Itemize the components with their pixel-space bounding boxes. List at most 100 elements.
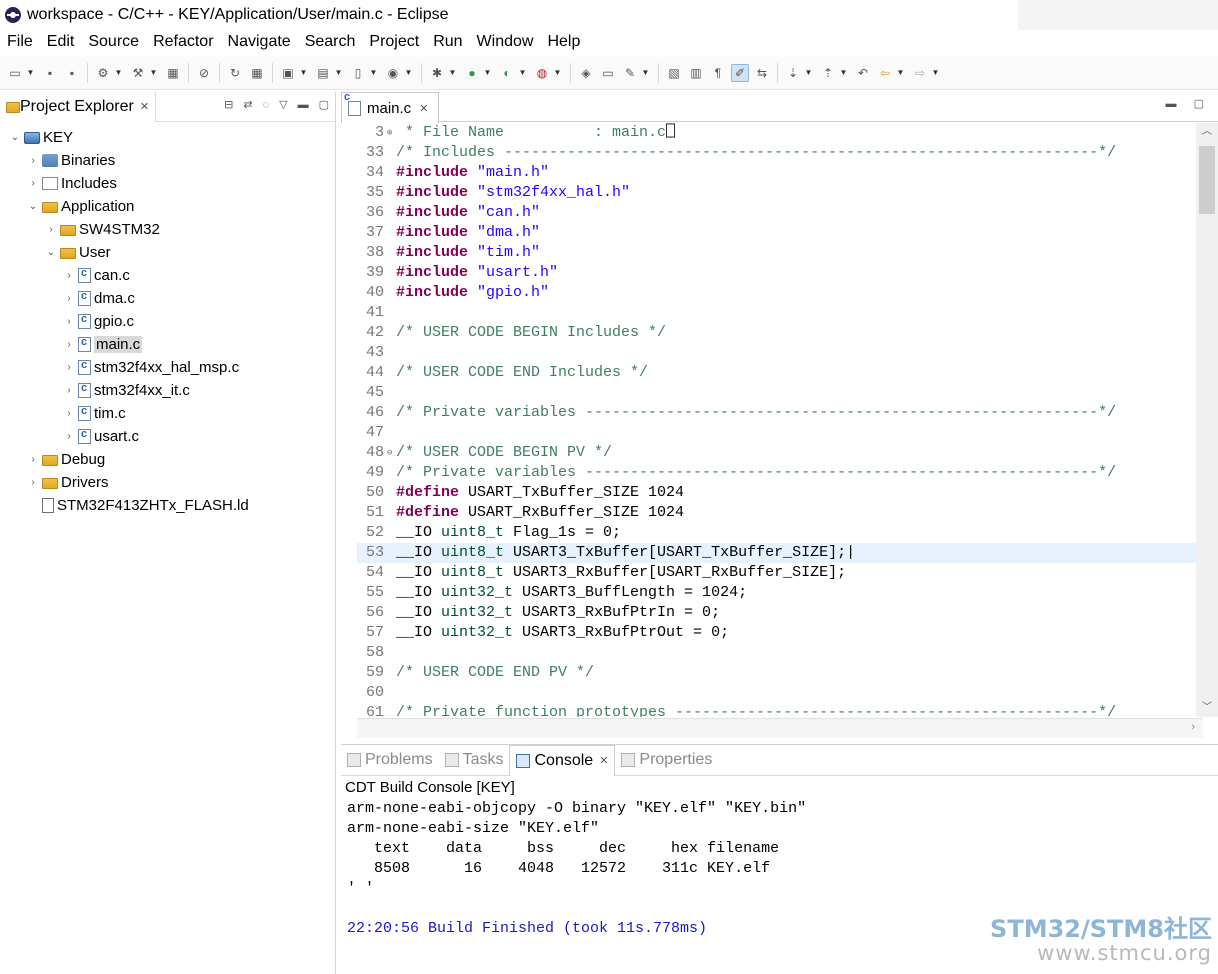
refresh-icon[interactable]: ↻: [226, 64, 244, 82]
code-line[interactable]: 53 __IO uint8_t USART3_TxBuffer[USART_TxB…: [357, 543, 1203, 563]
tree-item[interactable]: › gpio.c: [0, 310, 335, 333]
menu-source[interactable]: Source: [81, 30, 146, 54]
debug-icon[interactable]: ✱: [428, 64, 446, 82]
skip-breakpoints-icon[interactable]: ⊘: [195, 64, 213, 82]
code-line[interactable]: 40 #include "gpio.h": [357, 283, 1203, 303]
build-config-icon[interactable]: ⚙: [94, 64, 112, 82]
filters-icon[interactable]: ◌: [263, 99, 270, 111]
maximize-icon[interactable]: ▢: [1194, 98, 1204, 110]
back-dropdown-icon[interactable]: ▼: [896, 64, 905, 82]
tree-item[interactable]: › stm32f4xx_it.c: [0, 379, 335, 402]
fold-toggle-icon[interactable]: ⊕: [387, 123, 396, 143]
code-line[interactable]: 49 /* Private variables -----------------…: [357, 463, 1203, 483]
chevron-right-icon[interactable]: ›: [26, 477, 40, 488]
prev-annotation-icon[interactable]: ⇡: [819, 64, 837, 82]
chevron-right-icon[interactable]: ›: [44, 224, 58, 235]
tree-item[interactable]: › Drivers: [0, 471, 335, 494]
tree-item[interactable]: › tim.c: [0, 402, 335, 425]
tree-item[interactable]: ⌄ KEY: [0, 126, 335, 149]
code-line[interactable]: 45: [357, 383, 1203, 403]
tree-item[interactable]: › usart.c: [0, 425, 335, 448]
external-tools-icon[interactable]: ◍: [533, 64, 551, 82]
tree-item[interactable]: › Binaries: [0, 149, 335, 172]
run-config-icon[interactable]: ◐: [498, 64, 516, 82]
menu-run[interactable]: Run: [426, 30, 469, 54]
new-project-dropdown-icon[interactable]: ▼: [299, 64, 308, 82]
menu-search[interactable]: Search: [298, 30, 363, 54]
code-line[interactable]: 61 /* Private function prototypes -------…: [357, 703, 1203, 717]
new-icon[interactable]: ▭: [6, 64, 24, 82]
code-line[interactable]: 34 #include "main.h": [357, 163, 1203, 183]
scrollbar-thumb[interactable]: [1199, 146, 1215, 214]
menu-project[interactable]: Project: [362, 30, 426, 54]
tree-item[interactable]: STM32F413ZHTx_FLASH.ld: [0, 494, 335, 517]
code-line[interactable]: 37 #include "dma.h": [357, 223, 1203, 243]
scroll-down-icon[interactable]: ﹀: [1196, 699, 1218, 717]
menu-refactor[interactable]: Refactor: [146, 30, 220, 54]
tree-item[interactable]: ⌄ Application: [0, 195, 335, 218]
save-icon[interactable]: ▪: [41, 64, 59, 82]
code-line[interactable]: 44 /* USER CODE END Includes */: [357, 363, 1203, 383]
chevron-down-icon[interactable]: ⌄: [26, 201, 40, 212]
code-line[interactable]: 48 ⊖/* USER CODE BEGIN PV */: [357, 443, 1203, 463]
chevron-right-icon[interactable]: ›: [62, 362, 76, 373]
vertical-scrollbar[interactable]: ︿ ﹀: [1196, 123, 1218, 717]
run-dropdown-icon[interactable]: ▼: [483, 64, 492, 82]
chevron-right-icon[interactable]: ›: [62, 316, 76, 327]
close-icon[interactable]: ✕: [140, 100, 149, 113]
new-file-icon[interactable]: ▯: [349, 64, 367, 82]
tree-item[interactable]: › SW4STM32: [0, 218, 335, 241]
chevron-right-icon[interactable]: ›: [62, 293, 76, 304]
external-tools-dropdown-icon[interactable]: ▼: [553, 64, 562, 82]
grid-icon[interactable]: ▦: [248, 64, 266, 82]
code-line[interactable]: 38 #include "tim.h": [357, 243, 1203, 263]
tree-item[interactable]: › Includes: [0, 172, 335, 195]
code-line[interactable]: 33 /* Includes --------------------------…: [357, 143, 1203, 163]
toggle-mark-icon[interactable]: ▧: [665, 64, 683, 82]
code-line[interactable]: 36 #include "can.h": [357, 203, 1203, 223]
new-class-icon[interactable]: ◉: [384, 64, 402, 82]
code-line[interactable]: 43: [357, 343, 1203, 363]
code-line[interactable]: 54 __IO uint8_t USART3_RxBuffer[USART_RxB…: [357, 563, 1203, 583]
last-edit-icon[interactable]: ↶: [854, 64, 872, 82]
new-folder-icon[interactable]: ▤: [314, 64, 332, 82]
chevron-right-icon[interactable]: ›: [62, 431, 76, 442]
chevron-down-icon[interactable]: ⌄: [8, 132, 22, 143]
horizontal-scrollbar[interactable]: ›: [357, 718, 1203, 738]
highlight-icon[interactable]: ✐: [731, 63, 749, 82]
code-line[interactable]: 3 ⊕ * File Name : main.c⎕: [357, 123, 1203, 143]
chevron-right-icon[interactable]: ›: [26, 178, 40, 189]
build-config-dropdown-icon[interactable]: ▼: [114, 64, 123, 82]
tree-item[interactable]: › Debug: [0, 448, 335, 471]
forward-icon[interactable]: ⇨: [911, 64, 929, 82]
chevron-right-icon[interactable]: ›: [26, 454, 40, 465]
tab-project-explorer[interactable]: Project Explorer ✕: [0, 91, 157, 122]
link-with-editor-icon[interactable]: ⇄: [243, 98, 252, 111]
binary-icon[interactable]: ▦: [164, 64, 182, 82]
tab-problems[interactable]: Problems: [341, 745, 439, 776]
menu-file[interactable]: File: [0, 30, 40, 54]
code-line[interactable]: 58: [357, 643, 1203, 663]
show-whitespace-icon[interactable]: ¶: [709, 64, 727, 82]
minimize-icon[interactable]: ▬: [1166, 98, 1177, 110]
run-config-dropdown-icon[interactable]: ▼: [518, 64, 527, 82]
code-editor[interactable]: 3 ⊕ * File Name : main.c⎕ 33/* Includes --…: [357, 123, 1203, 717]
new-dropdown-icon[interactable]: ▼: [26, 64, 35, 82]
tree-item[interactable]: › dma.c: [0, 287, 335, 310]
code-line[interactable]: 59 /* USER CODE END PV */: [357, 663, 1203, 683]
new-class-dropdown-icon[interactable]: ▼: [404, 64, 413, 82]
code-line[interactable]: 35 #include "stm32f4xx_hal.h": [357, 183, 1203, 203]
next-annotation-icon[interactable]: ⇣: [784, 64, 802, 82]
tree-item[interactable]: › stm32f4xx_hal_msp.c: [0, 356, 335, 379]
new-folder-dropdown-icon[interactable]: ▼: [334, 64, 343, 82]
build-hammer-icon[interactable]: ⚒: [129, 64, 147, 82]
new-project-icon[interactable]: ▣: [279, 64, 297, 82]
tab-properties[interactable]: Properties: [615, 745, 718, 776]
code-line[interactable]: 57 __IO uint32_t USART3_RxBufPtrOut = 0;: [357, 623, 1203, 643]
close-icon[interactable]: ✕: [599, 754, 608, 767]
build-dropdown-icon[interactable]: ▼: [149, 64, 158, 82]
menu-help[interactable]: Help: [540, 30, 587, 54]
view-menu-icon[interactable]: ▽: [279, 98, 287, 111]
code-line[interactable]: 47: [357, 423, 1203, 443]
tree-item[interactable]: › main.c: [0, 333, 335, 356]
